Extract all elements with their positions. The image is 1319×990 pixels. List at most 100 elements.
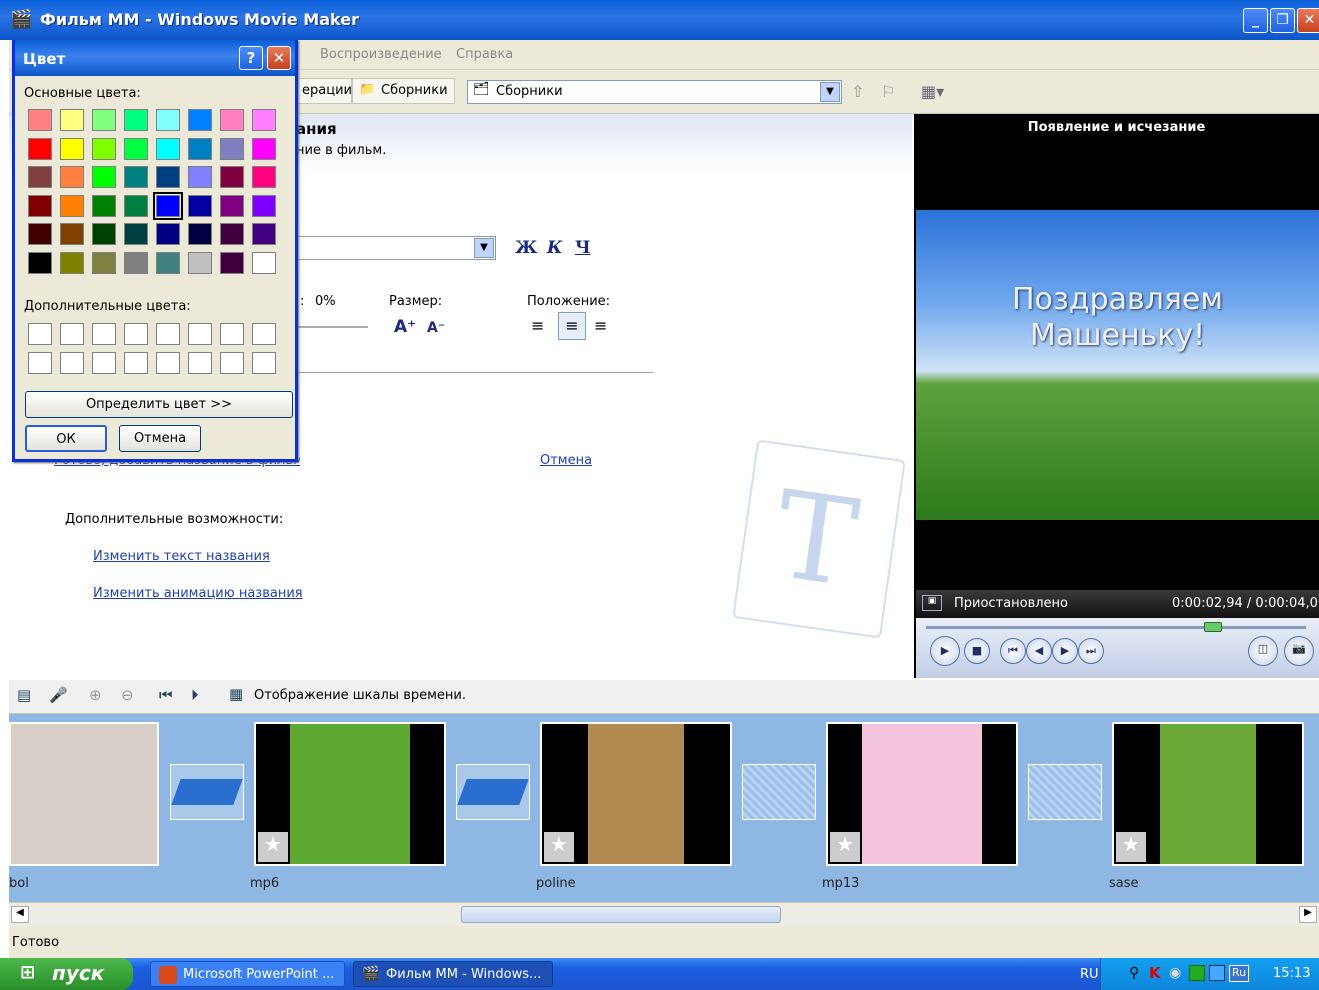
basic-color-swatch[interactable]: [188, 194, 212, 217]
taskbar-moviemaker[interactable]: 🎬 Фильм ММ - Windows...: [353, 961, 553, 987]
basic-color-swatch[interactable]: [60, 251, 84, 274]
horizontal-scrollbar[interactable]: ◀ ▶: [9, 902, 1319, 926]
language-indicator[interactable]: RU: [1080, 967, 1099, 982]
basic-color-swatch[interactable]: [60, 223, 84, 245]
custom-color-swatch[interactable]: [252, 352, 276, 374]
chevron-down-icon[interactable]: ▼: [474, 238, 494, 258]
basic-color-swatch[interactable]: [124, 109, 148, 131]
basic-color-swatch[interactable]: [92, 251, 116, 274]
basic-color-swatch[interactable]: [124, 223, 148, 245]
clip-thumbnail[interactable]: ★: [1112, 722, 1304, 866]
basic-color-swatch[interactable]: [220, 223, 244, 245]
collections-combo[interactable]: 🗂 Сборники ▼: [467, 80, 842, 104]
transparency-slider[interactable]: [296, 326, 368, 328]
zoom-in-icon[interactable]: ⊕: [89, 686, 102, 704]
basic-color-swatch[interactable]: [156, 166, 180, 188]
rewind-storyboard-icon[interactable]: ⏮: [159, 686, 173, 704]
help-button[interactable]: ?: [239, 46, 263, 70]
basic-color-swatch[interactable]: [252, 251, 276, 274]
decrease-size-icon[interactable]: A⁻: [427, 320, 445, 336]
basic-color-swatch[interactable]: [60, 109, 84, 131]
custom-color-swatch[interactable]: [156, 352, 180, 374]
basic-color-swatch[interactable]: [28, 137, 52, 160]
basic-color-swatch[interactable]: [220, 109, 244, 131]
clip-thumbnail[interactable]: ★: [826, 722, 1018, 866]
scroll-right-icon[interactable]: ▶: [1299, 906, 1317, 923]
start-button[interactable]: ⊞ пуск: [0, 958, 133, 990]
basic-color-swatch[interactable]: [60, 166, 84, 188]
split-clip-icon[interactable]: ◫: [1248, 636, 1278, 666]
operations-button[interactable]: ерации: [296, 78, 352, 104]
basic-color-swatch[interactable]: [252, 194, 276, 217]
play-storyboard-icon[interactable]: ⏵: [191, 686, 199, 704]
restore-button[interactable]: ❐: [1270, 8, 1295, 33]
close-button[interactable]: ✕: [1297, 8, 1319, 33]
custom-color-swatch[interactable]: [220, 352, 244, 374]
show-timeline-button[interactable]: Отображение шкалы времени.: [254, 688, 466, 703]
italic-button[interactable]: К: [547, 238, 562, 258]
snapshot-icon[interactable]: 📷: [1284, 636, 1314, 666]
basic-color-swatch[interactable]: [188, 223, 212, 245]
ok-button[interactable]: ОК: [25, 425, 107, 452]
increase-size-icon[interactable]: A⁺: [394, 317, 416, 337]
align-right-icon[interactable]: ≡: [594, 316, 607, 335]
basic-color-swatch[interactable]: [188, 109, 212, 131]
custom-color-swatch[interactable]: [188, 352, 212, 374]
basic-color-swatch[interactable]: [92, 223, 116, 245]
basic-color-swatch[interactable]: [220, 137, 244, 160]
clip-thumbnail[interactable]: ★: [254, 722, 446, 866]
basic-color-swatch[interactable]: [220, 251, 244, 274]
keyboard-layout-indicator[interactable]: Ru: [1229, 965, 1249, 982]
up-folder-icon[interactable]: ⇧: [851, 82, 864, 101]
basic-color-swatch[interactable]: [156, 109, 180, 131]
custom-color-swatch[interactable]: [252, 323, 276, 345]
next-icon[interactable]: ⏭: [1078, 638, 1104, 664]
basic-color-swatch[interactable]: [92, 109, 116, 131]
basic-color-swatch[interactable]: [188, 166, 212, 188]
transition-slot[interactable]: [170, 764, 244, 820]
basic-color-swatch[interactable]: [124, 194, 148, 217]
basic-color-swatch[interactable]: [28, 166, 52, 188]
custom-color-swatch[interactable]: [124, 352, 148, 374]
align-left-icon[interactable]: ≡: [531, 316, 544, 335]
taskbar-powerpoint[interactable]: Microsoft PowerPoint ...: [150, 961, 345, 987]
change-title-text-link[interactable]: Изменить текст названия: [93, 549, 270, 564]
basic-color-swatch[interactable]: [188, 251, 212, 274]
network-icon[interactable]: ⚲: [1129, 965, 1139, 981]
transition-slot[interactable]: [456, 764, 530, 820]
scroll-left-icon[interactable]: ◀: [11, 906, 29, 923]
seek-bar[interactable]: [926, 626, 1306, 629]
transition-slot[interactable]: [1028, 764, 1102, 820]
basic-color-swatch[interactable]: [28, 109, 52, 131]
basic-color-swatch[interactable]: [124, 251, 148, 274]
basic-color-swatch[interactable]: [28, 223, 52, 245]
view-menu-icon[interactable]: ▦▾: [921, 82, 944, 101]
basic-color-swatch[interactable]: [28, 251, 52, 274]
basic-color-swatch[interactable]: [92, 166, 116, 188]
basic-color-swatch[interactable]: [220, 166, 244, 188]
clip-thumbnail[interactable]: ★: [540, 722, 732, 866]
bold-button[interactable]: Ж: [515, 238, 537, 258]
custom-color-swatch[interactable]: [156, 323, 180, 345]
transition-slot[interactable]: [742, 764, 816, 820]
basic-color-swatch[interactable]: [60, 137, 84, 160]
custom-color-swatch[interactable]: [28, 352, 52, 374]
basic-color-swatch[interactable]: [252, 223, 276, 245]
basic-color-swatch[interactable]: [156, 223, 180, 245]
previous-icon[interactable]: ⏮: [1000, 638, 1026, 664]
basic-color-swatch[interactable]: [124, 137, 148, 160]
basic-color-swatch[interactable]: [156, 251, 180, 274]
change-title-animation-link[interactable]: Изменить анимацию названия: [93, 586, 303, 601]
dialog-close-button[interactable]: ✕: [267, 46, 291, 70]
chevron-down-icon[interactable]: ▼: [820, 82, 840, 102]
custom-color-swatch[interactable]: [28, 323, 52, 345]
seek-thumb[interactable]: [1204, 622, 1222, 632]
storyboard-view-icon[interactable]: ▤: [17, 686, 31, 704]
basic-color-swatch[interactable]: [92, 137, 116, 160]
menu-playback[interactable]: Воспроизведение: [320, 47, 442, 62]
custom-color-swatch[interactable]: [60, 323, 84, 345]
custom-color-swatch[interactable]: [220, 323, 244, 345]
basic-color-swatch[interactable]: [252, 137, 276, 160]
collections-button[interactable]: 📁 Сборники: [352, 78, 455, 104]
basic-color-swatch[interactable]: [124, 166, 148, 188]
